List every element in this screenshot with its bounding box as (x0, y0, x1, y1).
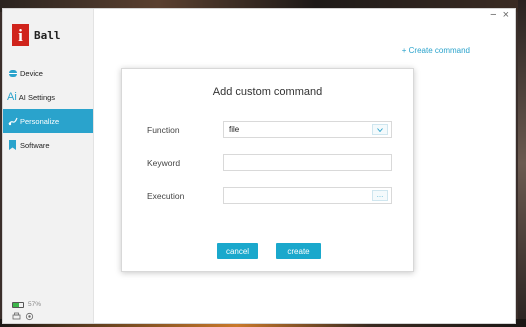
browse-button[interactable]: … (372, 190, 388, 201)
sidebar-nav: Device Ai AI Settings Personalize Softwa… (3, 61, 93, 157)
create-button[interactable]: create (276, 243, 321, 259)
close-button[interactable]: × (503, 9, 509, 21)
logo-text: Ball (34, 28, 61, 42)
desktop-backdrop-right (518, 0, 526, 327)
sidebar-item-label: Software (20, 140, 50, 150)
printer-icon[interactable] (12, 312, 21, 321)
function-value: file (229, 125, 240, 134)
app-window: i Ball Device Ai AI Settings Personalize (2, 8, 516, 324)
battery-level-fill (13, 302, 19, 307)
create-command-link[interactable]: + Create command (402, 46, 470, 55)
add-command-dialog: Add custom command Function file Keyword… (121, 68, 414, 272)
settings-icon[interactable] (25, 312, 34, 321)
sidebar-item-label: Personalize (20, 116, 60, 126)
ai-icon: Ai (7, 91, 17, 103)
battery-percent: 57% (28, 301, 42, 308)
keyword-input[interactable] (223, 154, 392, 171)
execution-input[interactable]: … (223, 187, 392, 204)
keyword-label: Keyword (147, 158, 181, 168)
software-icon (7, 140, 18, 151)
function-label: Function (147, 125, 180, 135)
sidebar: i Ball Device Ai AI Settings Personalize (3, 9, 94, 323)
dialog-title: Add custom command (212, 86, 323, 98)
window-controls: − × (490, 9, 509, 21)
execution-label: Execution (147, 191, 185, 201)
sidebar-item-software[interactable]: Software (3, 133, 93, 157)
logo-badge: i (12, 24, 29, 46)
cancel-button[interactable]: cancel (217, 243, 258, 259)
bottom-icons (12, 312, 34, 321)
sidebar-item-label: AI Settings (18, 92, 56, 102)
sidebar-item-personalize[interactable]: Personalize (3, 109, 93, 133)
device-icon (7, 68, 18, 79)
function-select[interactable]: file (223, 121, 392, 138)
battery-icon (12, 301, 24, 308)
app-logo: i Ball (12, 24, 61, 46)
sidebar-item-device[interactable]: Device (3, 61, 93, 85)
sidebar-item-label: Device (20, 68, 43, 78)
minimize-button[interactable]: − (490, 9, 496, 21)
sidebar-item-ai-settings[interactable]: Ai AI Settings (3, 85, 93, 109)
battery-status: 57% (12, 301, 41, 308)
chevron-down-icon[interactable] (372, 124, 388, 135)
personalize-icon (7, 116, 18, 127)
